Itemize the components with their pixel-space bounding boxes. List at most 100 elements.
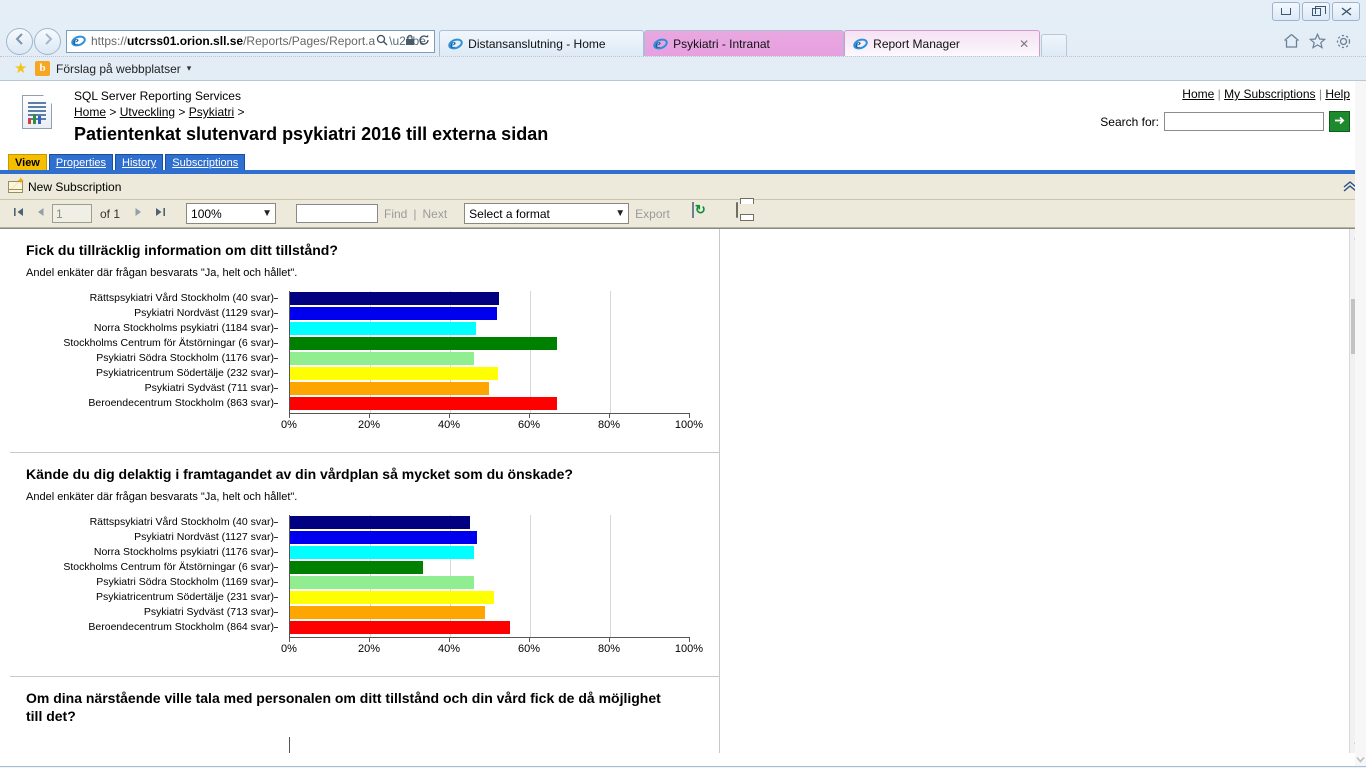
last-page-icon[interactable] (150, 206, 170, 221)
x-tick (529, 637, 530, 642)
lock-icon[interactable] (403, 34, 417, 49)
breadcrumb-home[interactable]: Home (74, 105, 106, 119)
favorites-star-icon[interactable] (1309, 33, 1326, 49)
minimize-icon (1281, 8, 1291, 15)
link-my-subscriptions[interactable]: My Subscriptions (1224, 87, 1315, 101)
address-bar[interactable]: e https://utcrss01.orion.sll.se/Reports/… (66, 29, 436, 53)
bar (290, 516, 470, 529)
link-sep: | (1217, 87, 1221, 101)
page-number-input[interactable] (52, 204, 92, 223)
tab-subscriptions[interactable]: Subscriptions (165, 154, 246, 170)
bar (290, 292, 499, 305)
category-label: Psykiatri Sydväst (713 svar) (10, 605, 278, 620)
bar (290, 397, 558, 410)
x-tick-label: 100% (674, 419, 704, 431)
breadcrumb-sep: > (178, 105, 186, 119)
address-url: https://utcrss01.orion.sll.se/Reports/Pa… (91, 34, 376, 48)
category-label: Psykiatri Nordväst (1127 svar) (10, 530, 278, 545)
zoom-select[interactable]: 100% ▼ (186, 203, 277, 224)
report-area: Fick du tillräcklig information om ditt … (0, 228, 1366, 753)
x-tick-label: 100% (674, 643, 704, 655)
window-titlebar (0, 0, 1366, 26)
x-tick-label: 40% (437, 419, 461, 431)
category-label: Norra Stockholms psykiatri (1176 svar) (10, 545, 278, 560)
export-format-value: Select a format (469, 206, 550, 221)
zoom-value: 100% (191, 206, 222, 221)
category-label: Stockholms Centrum för Ätstörningar (6 s… (10, 560, 278, 575)
restore-button[interactable] (1302, 2, 1330, 21)
refresh-report-button[interactable] (688, 201, 710, 225)
category-label: Psykiatricentrum Södertälje (232 svar) (10, 366, 278, 381)
question-block-2: Kände du dig delaktig i framtagandet av … (10, 453, 719, 677)
internet-explorer-icon: e (446, 36, 465, 52)
refresh-icon[interactable] (417, 34, 431, 49)
tab-properties[interactable]: Properties (48, 154, 114, 170)
close-button[interactable] (1332, 2, 1360, 21)
bar (290, 561, 424, 574)
next-page-icon[interactable] (128, 206, 148, 221)
find-link[interactable]: Find (384, 207, 407, 221)
restore-icon (1311, 5, 1326, 16)
forward-arrow-icon (44, 32, 52, 45)
back-button[interactable] (6, 27, 33, 55)
x-tick (449, 413, 450, 418)
plot-area (289, 737, 689, 753)
x-tick (609, 637, 610, 642)
tab-history[interactable]: History (115, 154, 164, 170)
category-label: Beroendecentrum Stockholm (863 svar) (10, 396, 278, 411)
tab-close-icon[interactable]: ✕ (1009, 37, 1029, 51)
x-tick-label: 40% (437, 643, 461, 655)
tab-history-link[interactable]: History (122, 157, 156, 169)
new-tab-button[interactable] (1041, 34, 1068, 56)
export-format-select[interactable]: Select a format ▼ (464, 203, 630, 224)
tab-view[interactable]: View (8, 154, 47, 170)
category-label: Psykiatri Södra Stockholm (1169 svar) (10, 575, 278, 590)
search-input[interactable] (1164, 112, 1324, 131)
settings-gear-icon[interactable] (1335, 33, 1352, 50)
print-button[interactable] (728, 201, 750, 225)
link-sep: | (1318, 87, 1322, 101)
report-viewport: Fick du tillräcklig information om ditt … (0, 229, 1338, 753)
search-icon[interactable] (375, 34, 389, 49)
link-home[interactable]: Home (1182, 87, 1214, 101)
chevron-down-icon: ▼ (262, 208, 273, 219)
ssrs-header: SQL Server Reporting Services Home > Utv… (0, 81, 1366, 153)
chevron-down-icon[interactable]: \u25be (389, 34, 426, 48)
first-page-icon[interactable] (8, 206, 28, 221)
previous-page-icon[interactable] (30, 206, 50, 221)
page-count-label: of 1 (100, 206, 121, 221)
page-scrollbar[interactable] (1355, 81, 1366, 768)
category-label: Beroendecentrum Stockholm (864 svar) (10, 620, 278, 635)
next-link[interactable]: Next (422, 207, 447, 221)
new-subscription-label[interactable]: New Subscription (28, 180, 121, 194)
breadcrumb-psykiatri[interactable]: Psykiatri (189, 105, 234, 119)
bar (290, 337, 557, 350)
find-input[interactable] (296, 204, 379, 223)
tab-distansanslutning[interactable]: e Distansanslutning - Home (439, 30, 645, 56)
tab-psykiatri-intranat[interactable]: e Psykiatri - Intranat (644, 30, 845, 56)
tab-strip: e Distansanslutning - Home e Psykiatri -… (439, 26, 1068, 56)
tab-properties-link[interactable]: Properties (56, 157, 106, 169)
minimize-button[interactable] (1272, 2, 1300, 21)
new-subscription-icon: ✦ (8, 176, 25, 193)
x-tick-label: 20% (357, 643, 381, 655)
x-tick-label: 60% (517, 419, 541, 431)
chevron-down-icon[interactable]: ▾ (187, 63, 192, 74)
x-tick (609, 413, 610, 418)
chart-title: Kände du dig delaktig i framtagandet av … (26, 466, 573, 482)
chart-3 (10, 737, 719, 753)
bar (290, 382, 489, 395)
search-go-button[interactable] (1329, 111, 1350, 132)
page-scroll-down-button[interactable] (1355, 752, 1366, 766)
breadcrumb-utveckling[interactable]: Utveckling (120, 105, 175, 119)
suggested-sites-label[interactable]: Förslag på webbplatser (56, 62, 181, 76)
favorites-add-icon[interactable]: ★ (14, 61, 29, 76)
bing-icon[interactable]: b (35, 61, 50, 76)
home-icon[interactable] (1283, 33, 1300, 49)
forward-button[interactable] (34, 27, 61, 55)
tab-report-manager[interactable]: e Report Manager ✕ (844, 30, 1041, 56)
link-help[interactable]: Help (1325, 87, 1350, 101)
bar (290, 591, 495, 604)
export-link[interactable]: Export (635, 207, 670, 221)
tab-subscriptions-link[interactable]: Subscriptions (172, 157, 238, 169)
